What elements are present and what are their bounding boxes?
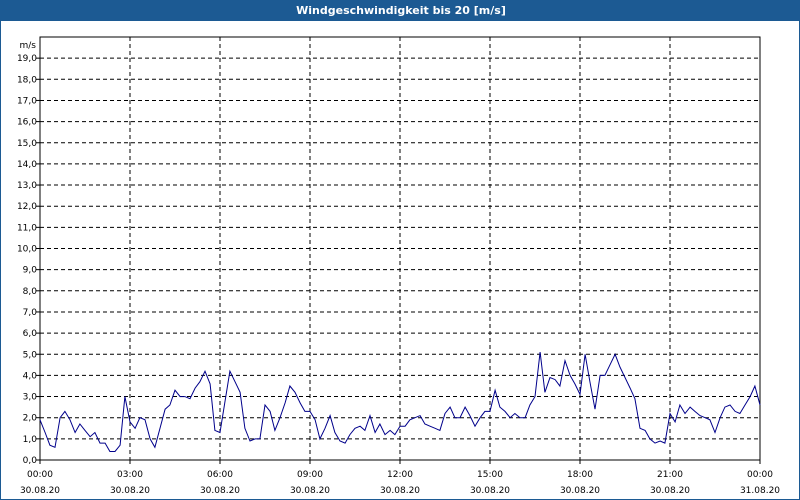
y-tick-label: 7,0 [23,308,38,318]
x-tick-time-label: 06:00 [207,470,233,480]
y-tick-label: 18,0 [17,75,37,85]
y-tick-label: 19,0 [17,54,37,64]
x-tick-date-label: 30.08.20 [110,486,150,496]
x-tick-time-label: 21:00 [657,470,683,480]
x-tick-date-label: 30.08.20 [200,486,240,496]
x-tick-time-label: 00:00 [747,470,773,480]
y-tick-label: 1,0 [23,435,38,445]
chart-title: Windgeschwindigkeit bis 20 [m/s] [1,1,800,21]
y-tick-label: 11,0 [17,223,37,233]
y-tick-label: 5,0 [23,350,38,360]
y-tick-label: 4,0 [23,371,38,381]
wind-speed-chart: 0,0 1,0 2,0 3,0 4,0 5,0 6,0 7,0 8,0 9,0 10,0 11,0 12… [17,36,780,496]
y-tick-label: 15,0 [17,139,37,149]
y-axis-label: m/s [20,41,37,51]
x-tick-time-label: 12:00 [387,470,413,480]
x-tick-time-label: 18:00 [567,470,593,480]
x-tick-date-label: 30.08.20 [470,486,510,496]
x-tick-date-label: 30.08.20 [380,486,420,496]
y-tick-label: 14,0 [17,160,37,170]
x-tick-date-label: 30.08.20 [20,486,60,496]
x-tick-time-label: 03:00 [117,470,143,480]
y-tick-label: 6,0 [23,329,38,339]
y-tick-label: 8,0 [23,287,38,297]
y-tick-label: 12,0 [17,202,37,212]
x-tick-date-label: 30.08.20 [560,486,600,496]
y-tick-label: 17,0 [17,96,37,106]
y-tick-label: 3,0 [23,393,38,403]
x-tick-time-label: 15:00 [477,470,503,480]
y-tick-label: 9,0 [23,266,38,276]
x-tick-time-label: 00:00 [27,470,53,480]
y-tick-label: 13,0 [17,181,37,191]
x-tick-date-label: 30.08.20 [650,486,690,496]
x-tick-date-label: 30.08.20 [290,486,330,496]
y-tick-label: 16,0 [17,118,37,128]
y-tick-label: 2,0 [23,414,38,424]
x-tick-time-label: 09:00 [297,470,323,480]
x-tick-date-label: 31.08.20 [740,486,780,496]
y-tick-label: 10,0 [17,245,37,255]
y-tick-label: 0,0 [23,456,38,466]
